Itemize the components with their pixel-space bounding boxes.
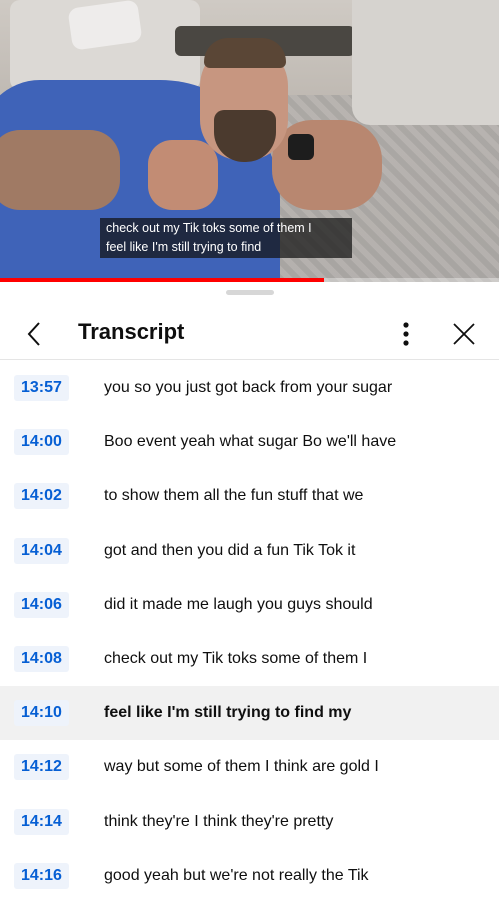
timestamp[interactable]: 14:02	[14, 483, 69, 510]
timestamp[interactable]: 14:12	[14, 754, 69, 781]
more-vertical-icon	[403, 322, 409, 346]
transcript-row[interactable]: 14:08 check out my Tik toks some of them…	[0, 632, 499, 686]
transcript-text: to show them all the fun stuff that we	[104, 487, 364, 505]
panel-header: Transcript	[0, 306, 499, 360]
person-arm	[0, 130, 120, 210]
more-options-button[interactable]	[386, 314, 426, 354]
caption-line: check out my Tik toks some of them I	[106, 221, 312, 235]
transcript-text: you so you just got back from your sugar	[104, 379, 393, 397]
transcript-row[interactable]: 13:57 you so you just got back from your…	[0, 361, 499, 415]
transcript-text: Boo event yeah what sugar Bo we'll have	[104, 433, 397, 451]
caption-line: feel like I'm still trying to find	[106, 240, 262, 254]
transcript-text: got and then you did a fun Tik Tok it	[104, 541, 356, 559]
transcript-row[interactable]: 14:16 good yeah but we're not really the…	[0, 849, 499, 900]
timestamp[interactable]: 14:08	[14, 646, 69, 673]
transcript-text: feel like I'm still trying to find my	[104, 704, 352, 722]
panel-title: Transcript	[78, 319, 185, 344]
transcript-list: 13:57 you so you just got back from your…	[0, 361, 499, 900]
timestamp[interactable]: 14:16	[14, 862, 69, 889]
timestamp[interactable]: 14:00	[14, 429, 69, 456]
transcript-row-active[interactable]: 14:10 feel like I'm still trying to find…	[0, 686, 499, 741]
transcript-row[interactable]: 14:02 to show them all the fun stuff tha…	[0, 469, 499, 523]
transcript-text: way but some of them I think are gold I	[104, 758, 379, 776]
transcript-row[interactable]: 14:06 did it made me laugh you guys shou…	[0, 578, 499, 632]
transcript-row[interactable]: 14:14 think they're I think they're pret…	[0, 795, 499, 849]
thumbs-up-hand	[148, 140, 218, 210]
transcript-text: check out my Tik toks some of them I	[104, 650, 368, 668]
transcript-row[interactable]: 14:04 got and then you did a fun Tik Tok…	[0, 524, 499, 578]
watch	[288, 134, 314, 160]
chevron-left-icon	[27, 322, 40, 346]
timestamp[interactable]: 14:04	[14, 537, 69, 564]
video-caption: check out my Tik toks some of them I fee…	[100, 218, 352, 258]
timestamp[interactable]: 14:06	[14, 591, 69, 618]
armchair	[352, 0, 499, 125]
transcript-text: did it made me laugh you guys should	[104, 595, 373, 613]
person-right-arm	[272, 120, 382, 210]
close-icon	[453, 323, 475, 345]
person-hair	[204, 38, 286, 68]
transcript-row[interactable]: 14:12 way but some of them I think are g…	[0, 740, 499, 794]
back-button[interactable]	[14, 314, 54, 354]
transcript-row[interactable]: 14:00 Boo event yeah what sugar Bo we'll…	[0, 415, 499, 469]
timestamp[interactable]: 14:14	[14, 808, 69, 835]
transcript-text: think they're I think they're pretty	[104, 812, 334, 830]
timestamp[interactable]: 14:10	[14, 700, 69, 727]
timestamp[interactable]: 13:57	[14, 375, 69, 402]
drag-handle[interactable]	[226, 290, 274, 295]
transcript-panel: Transcript 13:57 you so you just got bac…	[0, 282, 499, 900]
transcript-text: good yeah but we're not really the Tik	[104, 866, 369, 884]
video-player[interactable]: check out my Tik toks some of them I fee…	[0, 0, 499, 282]
close-button[interactable]	[444, 314, 484, 354]
